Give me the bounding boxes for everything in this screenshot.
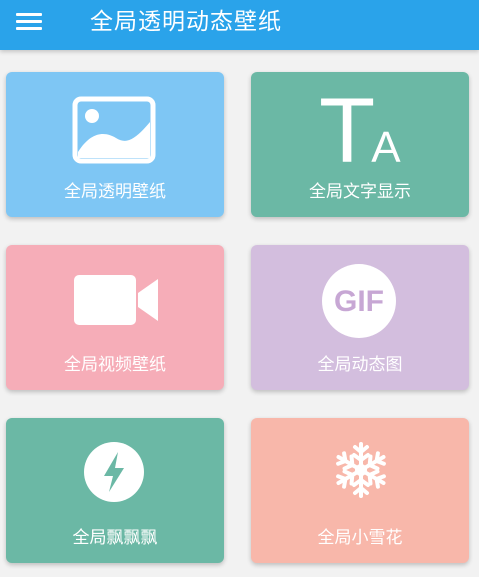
hamburger-menu-icon[interactable] (12, 7, 48, 37)
snowflake-icon (332, 442, 390, 498)
card-label: 全局文字显示 (309, 182, 411, 202)
card-transparent-wallpaper[interactable]: 全局透明壁纸 (6, 72, 224, 217)
image-icon (72, 96, 156, 164)
text-icon: TA (319, 84, 401, 168)
card-label: 全局透明壁纸 (64, 182, 166, 202)
lightning-icon (84, 442, 144, 502)
card-text-display[interactable]: TA 全局文字显示 (251, 72, 469, 217)
video-camera-icon (74, 275, 158, 325)
card-label: 全局小雪花 (317, 528, 403, 548)
text-icon-t: TA (319, 84, 401, 168)
card-label: 全局视频壁纸 (64, 355, 166, 375)
svg-text:GIF: GIF (334, 285, 384, 318)
card-floating[interactable]: 全局飘飘飘 (6, 418, 224, 563)
card-animated-gif[interactable]: GIF 全局动态图 (251, 245, 469, 390)
card-label: 全局动态图 (317, 355, 403, 375)
page-title: 全局透明动态壁纸 (90, 9, 282, 35)
card-label: 全局飘飘飘 (72, 528, 158, 548)
card-snowflake[interactable]: 全局小雪花 (251, 418, 469, 563)
gif-icon: GIF (322, 264, 396, 338)
app-bar: 全局透明动态壁纸 (0, 0, 479, 50)
card-video-wallpaper[interactable]: 全局视频壁纸 (6, 245, 224, 390)
